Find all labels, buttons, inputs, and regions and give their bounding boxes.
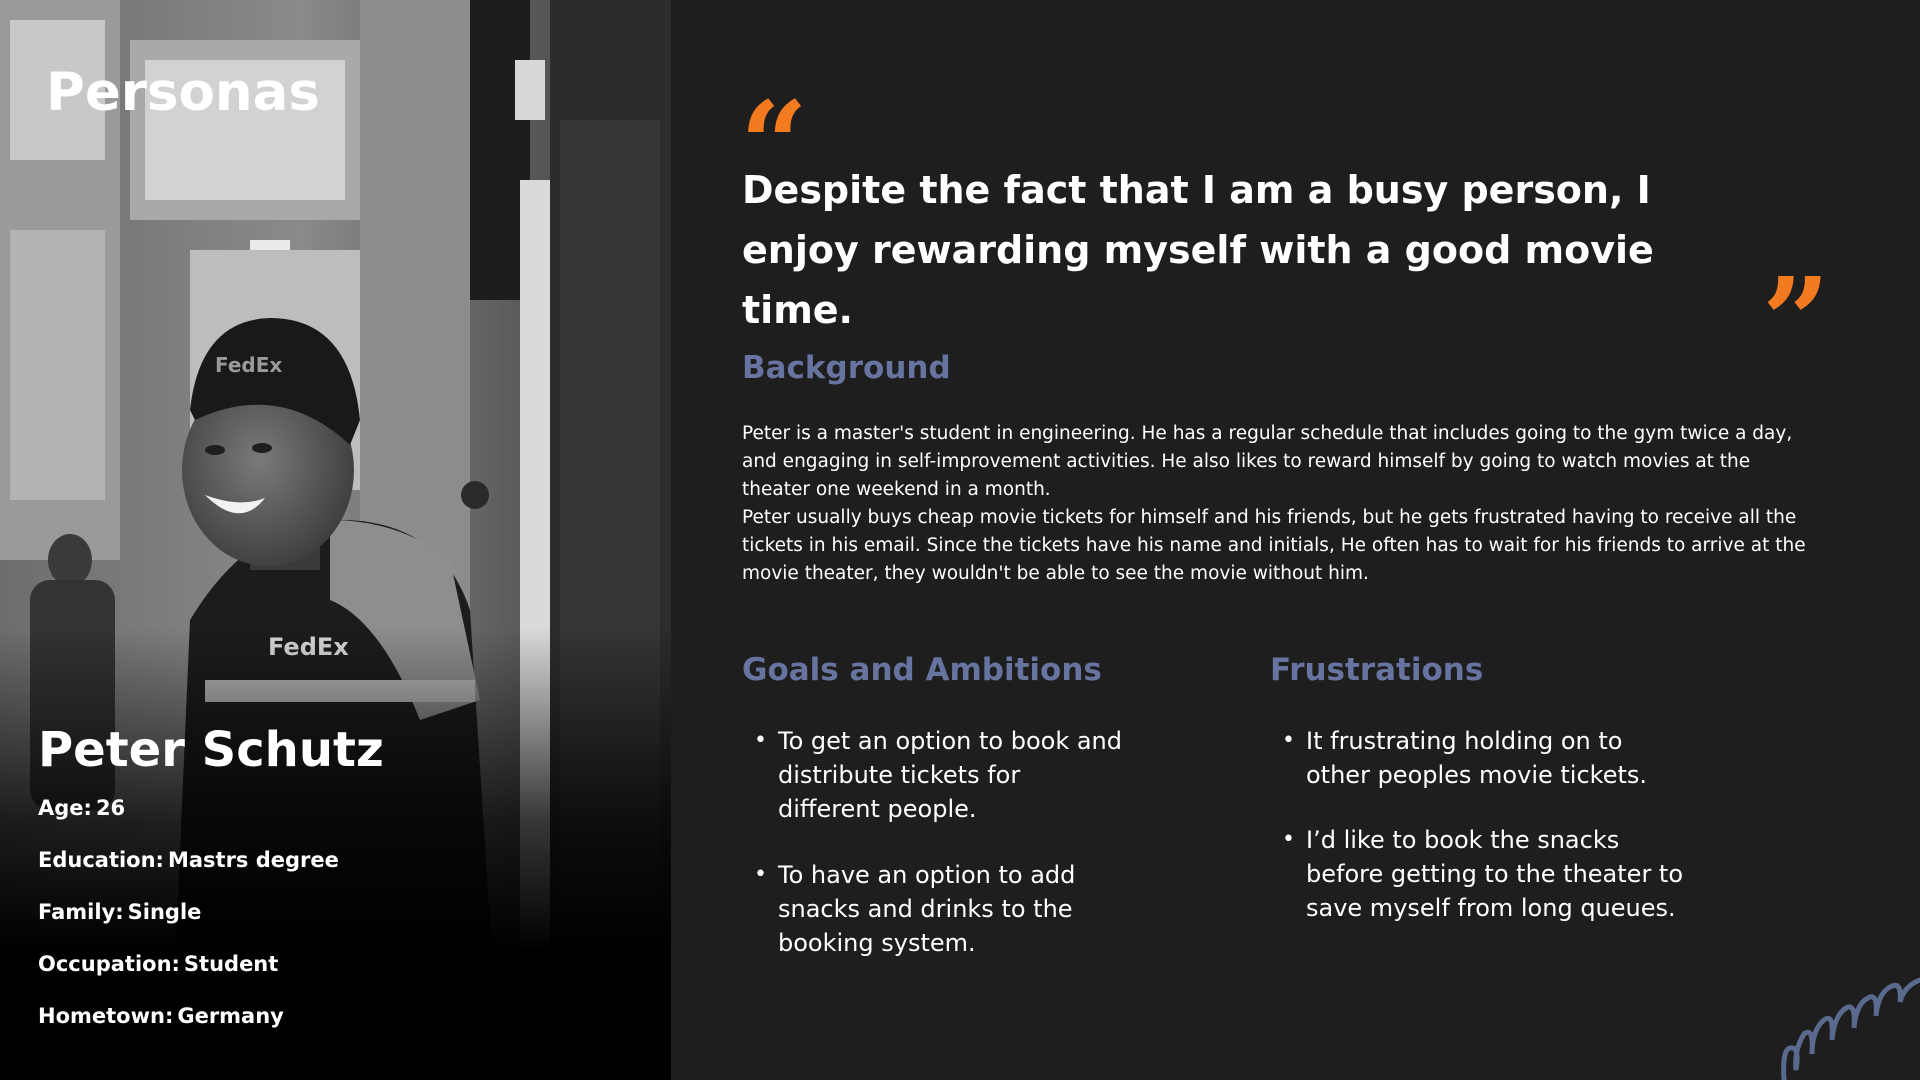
persona-quote: Despite the fact that I am a busy person… (742, 168, 1654, 332)
frustrations-heading: Frustrations (1270, 652, 1484, 688)
page-title: Personas (46, 62, 320, 123)
background-heading: Background (742, 350, 951, 386)
persona-facts: Age: 26 Education: Mastrs degree Family: Si… (38, 796, 339, 1056)
background-paragraph: Peter usually buys cheap movie tickets f… (742, 507, 1806, 584)
goal-item: To get an option to book and distribute … (742, 724, 1122, 826)
fact-hometown: Hometown: Germany (38, 1004, 284, 1028)
goals-heading: Goals and Ambitions (742, 652, 1102, 688)
fact-education: Education: Mastrs degree (38, 848, 339, 872)
fact-occupation: Occupation: Student (38, 952, 279, 976)
background-text: Peter is a master's student in engineeri… (742, 420, 1822, 588)
frustration-item: It frustrating holding on to other peopl… (1270, 724, 1690, 792)
squiggle-decoration (1781, 977, 1920, 1080)
fact-family: Family: Single (38, 900, 202, 924)
frustrations-list: It frustrating holding on to other peopl… (1270, 724, 1690, 956)
goal-item: To have an option to add snacks and drin… (742, 858, 1122, 960)
goals-list: To get an option to book and distribute … (742, 724, 1122, 992)
fact-age: Age: 26 (38, 796, 126, 820)
background-paragraph: Peter is a master's student in engineeri… (742, 423, 1793, 500)
frustration-item: I’d like to book the snacks before getti… (1270, 823, 1690, 925)
quote-close-icon: ” (1762, 251, 1830, 390)
persona-name: Peter Schutz (38, 722, 384, 778)
